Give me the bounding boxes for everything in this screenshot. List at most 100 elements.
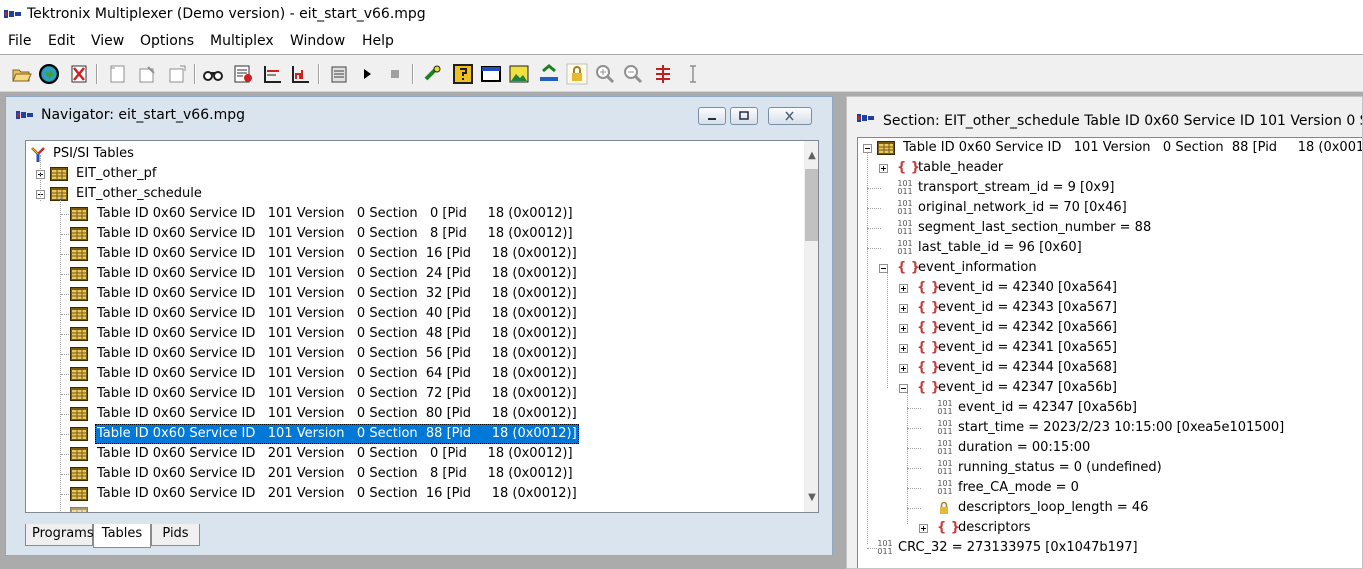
menu-edit[interactable]: Edit: [48, 33, 75, 49]
vertical-scrollbar[interactable]: ▲ ▼: [804, 141, 818, 512]
row-label: Table ID 0x60 Service ID 101 Version 0 S…: [97, 246, 577, 261]
navigator-title: Navigator: eit_start_v66.mpg: [41, 107, 245, 123]
tree-label: event_information: [918, 260, 1037, 275]
lock-field-icon: [940, 501, 948, 514]
menu-window[interactable]: Window: [290, 33, 345, 49]
collapse-icon[interactable]: [899, 384, 908, 393]
tree-line: [887, 272, 888, 388]
structure-icon: { }: [917, 340, 941, 355]
tektronix-window-icon: [16, 111, 33, 119]
open-icon[interactable]: [10, 63, 32, 85]
value-field-icon: 101 011: [937, 439, 953, 456]
zoom-out-icon[interactable]: [622, 63, 644, 85]
tree-label: duration = 00:15:00: [958, 440, 1091, 455]
structure-icon: { }: [897, 260, 921, 275]
row-label: Table ID 0x60 Service ID 101 Version 0 S…: [97, 206, 573, 221]
stop-icon[interactable]: [384, 63, 406, 85]
tree-label: running_status = 0 (undefined): [958, 460, 1162, 475]
toolbar-separator: [412, 64, 414, 84]
toolbar-separator: [318, 64, 320, 84]
tree-label: event_id = 42342 [0xa566]: [938, 320, 1117, 335]
tools-icon[interactable]: [422, 63, 444, 85]
tree-line: [907, 408, 921, 409]
minimize-button[interactable]: [698, 107, 726, 125]
tree-line: [907, 468, 921, 469]
zoom-in-icon[interactable]: [594, 63, 616, 85]
menu-help[interactable]: Help: [362, 33, 394, 49]
table-icon: [877, 141, 895, 155]
close-window-button[interactable]: [768, 107, 812, 125]
navigator-window: Navigator: eit_start_v66.mpg PSI/SI Tabl…: [5, 96, 833, 556]
tree-label: original_network_id = 70 [0x46]: [918, 200, 1127, 215]
filter-icon[interactable]: [652, 63, 674, 85]
section-tree[interactable]: Table ID 0x60 Service ID 101 Version 0 S…: [857, 137, 1363, 568]
table-icon: [70, 487, 88, 501]
transport-icon[interactable]: [538, 63, 560, 85]
report-icon[interactable]: [232, 63, 254, 85]
menu-view[interactable]: View: [91, 33, 124, 49]
expand-icon[interactable]: [899, 364, 908, 373]
properties-icon[interactable]: [328, 63, 350, 85]
table-icon: [70, 287, 88, 301]
tree-label: Table ID 0x60 Service ID 101 Version 0 S…: [903, 140, 1363, 155]
chart-icon[interactable]: [262, 63, 284, 85]
cursor-icon[interactable]: [682, 63, 704, 85]
close-stream-icon[interactable]: [68, 63, 90, 85]
tab-programs[interactable]: Programs: [25, 524, 94, 546]
row-label: Table ID 0x60 Service ID 101 Version 0 S…: [97, 346, 577, 361]
tree-icon[interactable]: [452, 63, 474, 85]
value-field-icon: 101 011: [937, 419, 953, 436]
tektronix-window-icon: [857, 114, 874, 122]
tab-pids[interactable]: Pids: [151, 524, 200, 546]
restore-button[interactable]: [730, 107, 758, 125]
tree-line: [907, 488, 921, 489]
table-icon: [70, 327, 88, 341]
table-icon: [50, 187, 68, 201]
expand-icon[interactable]: [899, 344, 908, 353]
scroll-up-arrow[interactable]: ▲: [807, 151, 817, 161]
tree-line: [867, 152, 868, 544]
globe-icon[interactable]: [38, 63, 60, 85]
menu-options[interactable]: Options: [140, 33, 194, 49]
expand-icon[interactable]: [919, 524, 928, 533]
bitrate-icon[interactable]: [290, 63, 312, 85]
scroll-thumb[interactable]: [805, 169, 818, 241]
menu-multiplex[interactable]: Multiplex: [210, 33, 274, 49]
collapse-icon[interactable]: [879, 264, 888, 273]
row-label: Table ID 0x60 Service ID 101 Version 0 S…: [97, 286, 577, 301]
structure-icon: { }: [917, 380, 941, 395]
doc-edit-icon[interactable]: [136, 63, 158, 85]
table-icon: [70, 227, 88, 241]
tree-label: descriptors: [958, 520, 1031, 535]
tree-label: event_id = 42347 [0xa56b]: [938, 380, 1117, 395]
doc-check-icon[interactable]: [166, 63, 188, 85]
menu-file[interactable]: File: [8, 33, 31, 49]
value-field-icon: 101 011: [937, 459, 953, 476]
tree-line: [60, 197, 61, 512]
section-window: Section: EIT_other_schedule Table ID 0x6…: [846, 96, 1363, 569]
value-field-icon: 101 011: [877, 539, 893, 556]
table-icon: [70, 247, 88, 261]
table-icon: [70, 267, 88, 281]
expand-icon[interactable]: [899, 304, 908, 313]
expand-icon[interactable]: [899, 324, 908, 333]
binoculars-icon[interactable]: [202, 63, 224, 85]
value-field-icon: 101 011: [897, 199, 913, 216]
value-field-icon: 101 011: [897, 219, 913, 236]
play-icon[interactable]: [356, 63, 378, 85]
tree-label: transport_stream_id = 9 [0x9]: [918, 180, 1115, 195]
expand-icon[interactable]: [879, 164, 888, 173]
scene-icon[interactable]: [508, 63, 530, 85]
row-label: Table ID 0x60 Service ID 101 Version 0 S…: [97, 266, 577, 281]
scroll-down-arrow[interactable]: ▼: [807, 493, 817, 503]
navigator-tree[interactable]: PSI/SI Tables EIT_other_pf EIT_other_sched…: [25, 140, 819, 513]
tab-tables[interactable]: Tables: [93, 524, 151, 548]
table-icon: [70, 467, 88, 481]
expand-icon[interactable]: [899, 284, 908, 293]
menu-bar: File Edit View Options Multiplex Window …: [0, 30, 1363, 54]
window-icon[interactable]: [480, 63, 502, 85]
row-label: Table ID 0x60 Service ID 101 Version 0 S…: [97, 326, 577, 341]
blank-doc-icon[interactable]: [106, 63, 128, 85]
lock-icon[interactable]: [566, 63, 588, 85]
table-icon: [70, 427, 88, 441]
